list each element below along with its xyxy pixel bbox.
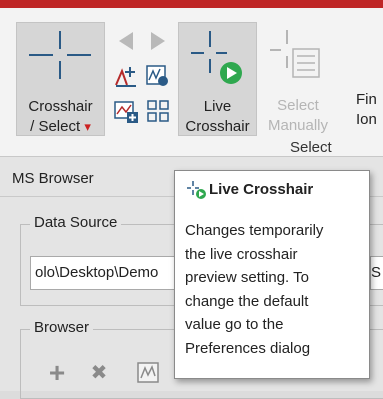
tooltip-line: Preferences dialog bbox=[185, 339, 311, 357]
spectrum-view-icon bbox=[137, 362, 159, 383]
ribbon: Crosshair / Select ▾ Live Crosshair Sele… bbox=[0, 8, 383, 157]
peak-add-icon bbox=[115, 67, 136, 87]
spectrum-search-button[interactable] bbox=[145, 63, 171, 89]
tooltip-line: change the default bbox=[185, 292, 309, 310]
chart-add-icon bbox=[114, 101, 138, 123]
spectrum-search-icon bbox=[146, 65, 168, 86]
back-button[interactable] bbox=[113, 28, 139, 54]
data-source-path-input[interactable]: olo\Desktop\Demo bbox=[30, 256, 180, 290]
tooltip-line: value go to the bbox=[185, 316, 284, 333]
tooltip-title: Live Crosshair bbox=[209, 181, 314, 198]
browser-legend: Browser bbox=[30, 319, 94, 336]
live-crosshair-icon bbox=[179, 23, 256, 99]
tooltip-line: preview setting. To bbox=[185, 269, 309, 286]
live-crosshair-tooltip: Live Crosshair Changes temporarily the l… bbox=[174, 170, 370, 379]
select-manually-button[interactable]: Select Manually bbox=[262, 22, 334, 136]
select-manually-label-line1: Select bbox=[277, 97, 319, 114]
live-crosshair-label-line1: Live bbox=[203, 98, 232, 115]
select-manually-icon bbox=[262, 22, 334, 98]
add-chart-button[interactable] bbox=[113, 98, 139, 124]
ms-browser-title: MS Browser bbox=[12, 170, 94, 187]
crosshair-label-line1: Crosshair bbox=[28, 98, 93, 115]
ribbon-group-label-select: Select bbox=[290, 139, 332, 156]
crosshair-icon bbox=[17, 23, 104, 99]
annotate-tool-button[interactable] bbox=[113, 63, 139, 89]
data-source-secondary-input[interactable]: S bbox=[370, 256, 383, 290]
data-source-legend: Data Source bbox=[30, 214, 122, 231]
forward-button[interactable] bbox=[145, 28, 171, 54]
tooltip-line: Changes temporarily bbox=[185, 222, 324, 239]
find-ions-label-line1: Fin bbox=[356, 91, 377, 108]
live-crosshair-label-line2: Crosshair bbox=[185, 118, 250, 135]
crosshair-select-button[interactable]: Crosshair / Select ▾ bbox=[16, 22, 105, 136]
window-title-bar bbox=[0, 0, 383, 8]
spectrum-view-button[interactable] bbox=[136, 360, 162, 386]
layout-grid-icon bbox=[147, 100, 169, 122]
find-ions-button[interactable]: Fin Ion bbox=[356, 90, 377, 130]
layout-button[interactable] bbox=[145, 98, 171, 124]
add-icon[interactable]: + bbox=[44, 359, 70, 387]
find-ions-label-line2: Ion bbox=[356, 111, 377, 128]
tooltip-line: the live crosshair bbox=[185, 245, 298, 263]
remove-icon[interactable]: ✖ bbox=[86, 360, 112, 386]
arrow-left-icon bbox=[119, 32, 133, 50]
live-crosshair-small-icon bbox=[185, 179, 207, 206]
select-manually-label-line2: Manually bbox=[267, 117, 329, 134]
tooltip-body: Changes temporarily the live crosshair p… bbox=[185, 219, 365, 360]
arrow-right-icon bbox=[151, 32, 165, 50]
live-crosshair-button[interactable]: Live Crosshair bbox=[178, 22, 257, 136]
chevron-down-icon: ▾ bbox=[84, 119, 91, 134]
crosshair-label-line2: / Select bbox=[30, 118, 81, 135]
